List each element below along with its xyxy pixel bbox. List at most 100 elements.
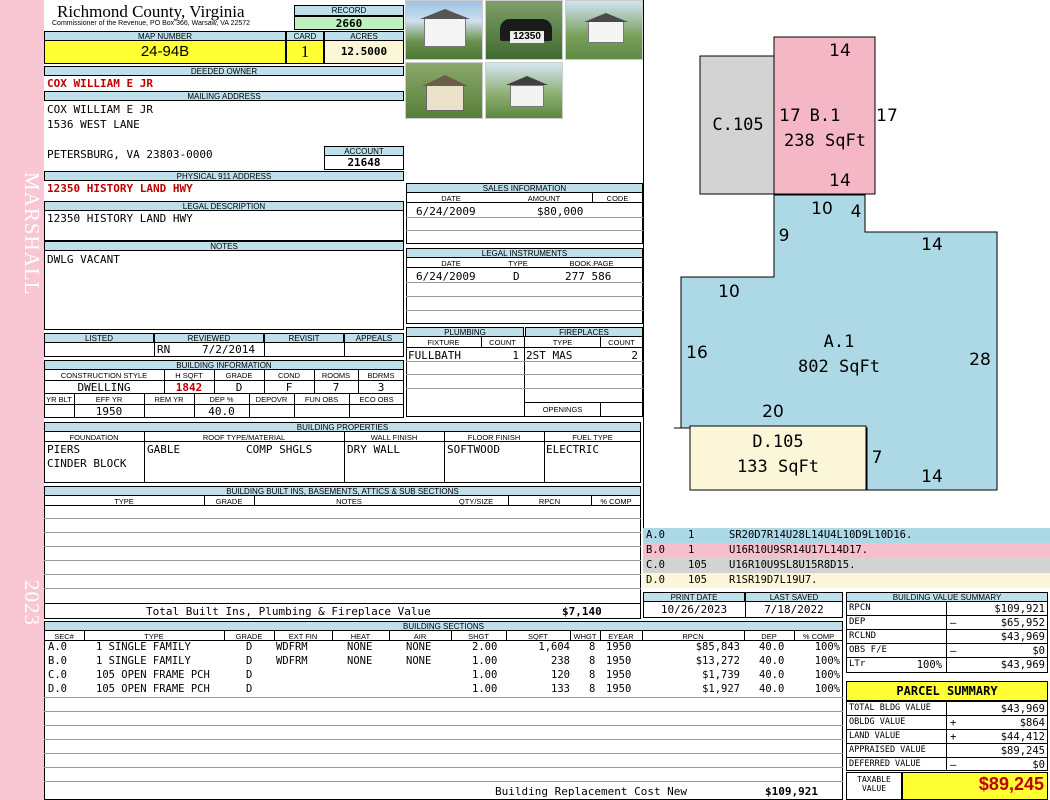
ps-appr: $89,245 [1000,745,1045,757]
bi-col-ecoobs: ECO OBS [359,395,394,404]
mailbox-number: 12350 [510,31,544,43]
list-item: B.0 1 U16R10U9SR14U17L14D17. [643,543,1050,558]
row-shgt: 1.00 [472,669,498,681]
ps-land-label: LAND VALUE [849,731,901,741]
vector-sec: C.0 [646,559,665,571]
d-area: 133 SqFt [737,457,819,477]
a-area: 802 SqFt [798,357,880,377]
mailing-line-2: 1536 WEST LANE [47,118,140,131]
dim-a-16: 16 [686,343,708,363]
fp-col-count: COUNT [608,338,635,347]
bi-col-depovr: DEPOVR [255,395,288,404]
vs-ltr-label: LTr [849,659,866,669]
c-label: C.105 [712,115,763,135]
row-eyear: 1950 [606,669,632,681]
bp-floor-finish: SOFTWOOD [447,443,500,456]
fp-col-type: TYPE [552,338,573,347]
card-value: 1 [300,42,310,61]
vs-obs-sign: – [950,645,957,657]
row-sec: A.0 [48,641,67,653]
vs-dep: $65,952 [1000,617,1045,629]
builtins-total-label: Total Built Ins, Plumbing & Fireplace Va… [146,605,431,618]
mailing-address-label: MAILING ADDRESS [44,91,404,101]
list-item: D.0 105 R1SR19D7L19U7. [643,573,1050,588]
ps-def-label: DEFERRED VALUE [849,759,921,769]
bp-roof-material: COMP SHGLS [246,443,313,456]
ps-def-sign: – [950,759,957,771]
bi-col-bdrms: BDRMS [367,371,395,380]
row-rpcn: $85,843 [695,641,740,653]
vector-path: SR20D7R14U28L14U4L10D9L10D16. [729,529,913,541]
commissioner-line: Commissioner of the Revenue, PO Box 366,… [52,20,251,27]
d-label: D.105 [752,432,803,452]
row-sqft: 120 [551,669,570,681]
row-whgt: 8 [589,683,596,695]
bi-dep: 40.0 [208,405,235,418]
vector-path: U16R10U9SR14U17L14D17. [729,544,869,556]
bi-col-grade: GRADE [225,371,253,380]
parcel-summary-label: PARCEL SUMMARY [896,684,998,698]
vs-dep-label: DEP [849,617,866,627]
mailing-line-3: PETERSBURG, VA 23803-0000 [47,148,213,161]
reviewer: RN [157,343,171,356]
bi-col-effyr: EFF YR [95,395,123,404]
brcn-value: $109,921 [765,785,818,798]
row-type: 1 SINGLE FAMILY [96,641,191,653]
dim-b-bottom: 14 [829,171,851,191]
fp-openings-label: OPENINGS [542,405,583,414]
row-whgt: 8 [589,669,596,681]
vector-list: A.0 1 SR20D7R14U28L14U4L10D9L10D16. B.0 … [643,528,1050,588]
list-item: C.0 105 U16R10U9SL8U15R8D15. [643,558,1050,573]
row-sqft: 1,604 [538,641,570,653]
row-shgt: 2.00 [472,641,498,653]
dim-a-4: 4 [851,202,862,222]
record-value: 2660 [335,17,363,30]
row-heat: NONE [347,655,373,667]
brcn-label: Building Replacement Cost New [495,785,688,798]
vector-sec: A.0 [646,529,665,541]
row-dep: 40.0 [759,683,785,695]
bp-foundation-1: PIERS [47,443,81,456]
row-eyear: 1950 [606,655,632,667]
vs-obs-label: OBS F/E [849,645,887,655]
row-grade: D [246,683,253,695]
dim-a-14-right: 14 [921,235,943,255]
vs-dep-sign: – [950,617,957,629]
pl-col-fixture: FIXTURE [427,338,460,347]
table-row: A.0 1 SINGLE FAMILY D WDFRM NONE NONE 2.… [44,641,843,655]
vs-ltr: $43,969 [1000,659,1045,671]
year-label: 2023 [20,580,44,626]
building-sketch: C.105 B.1 238 SqFt A.1 802 SqFt D.105 13… [674,36,998,491]
vs-rclnd: $43,969 [1000,631,1045,643]
row-sec: B.0 [48,655,67,667]
record-label: RECORD [294,5,404,16]
row-shgt: 1.00 [472,655,498,667]
dim-b-left: 17 [779,106,801,126]
ps-tbv-label: TOTAL BLDG VALUE [849,703,931,713]
row-dep: 40.0 [759,641,785,653]
vector-code: 105 [688,559,707,571]
last-saved: 7/18/2022 [764,603,824,616]
bi-col-hsqft: H SQFT [175,371,203,380]
row-rpcn: $13,272 [695,655,740,667]
table-row: C.0 105 OPEN FRAME PCH D 1.00 120 8 1950… [44,669,843,683]
notes-text: DWLG VACANT [47,253,120,266]
row-comp: 100% [814,641,840,653]
ps-tbv: $43,969 [1000,703,1045,715]
mailing-line-1: COX WILLIAM E JR [47,103,153,116]
print-date: 10/26/2023 [660,603,728,616]
bi-col-style: CONSTRUCTION STYLE [60,371,148,380]
deeded-owner-label: DEEDED OWNER [44,66,404,76]
row-rpcn: $1,739 [702,669,740,681]
row-sqft: 133 [551,683,570,695]
row-shgt: 1.00 [472,683,498,695]
builtins-total: $7,140 [562,605,602,618]
bp-fuel-type: ELECTRIC [546,443,599,456]
physical-address-label: PHYSICAL 911 ADDRESS [44,171,404,181]
deeded-owner: COX WILLIAM E JR [47,77,153,90]
vector-code: 1 [688,529,695,541]
taxable-label: TAXABLE VALUE [846,775,902,793]
shed-photo [405,62,483,119]
row-heat: NONE [347,641,373,653]
table-row: D.0 105 OPEN FRAME PCH D 1.00 133 8 1950… [44,683,843,697]
